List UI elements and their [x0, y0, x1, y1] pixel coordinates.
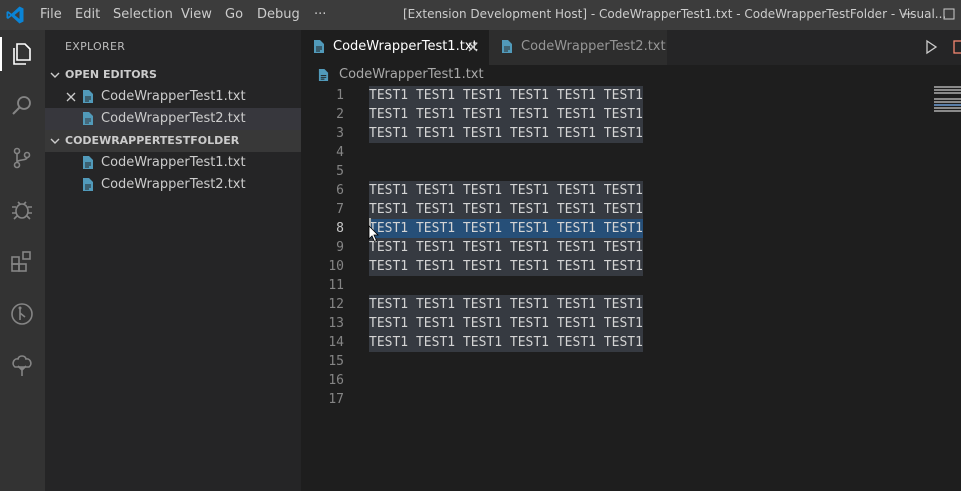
maximize-icon[interactable] — [942, 7, 956, 21]
open-editor-item[interactable]: CodeWrapperTest2.txt — [45, 108, 301, 130]
open-editor-item[interactable]: CodeWrapperTest1.txt — [45, 86, 301, 108]
file-icon — [83, 90, 93, 103]
menu-more[interactable]: ··· — [314, 7, 326, 22]
open-editors-header[interactable]: OPEN EDITORS — [45, 64, 301, 86]
folder-file-item[interactable]: CodeWrapperTest2.txt — [45, 174, 301, 196]
run-icon[interactable] — [923, 39, 939, 55]
line-number: 8 — [336, 221, 344, 236]
menu-go[interactable]: Go — [225, 7, 243, 22]
breadcrumb-file[interactable]: CodeWrapperTest1.txt — [339, 67, 484, 82]
file-name: CodeWrapperTest1.txt — [101, 89, 246, 104]
mouse-pointer-icon — [368, 225, 379, 243]
menu-edit[interactable]: Edit — [75, 7, 100, 22]
open-editors-label: OPEN EDITORS — [65, 68, 157, 81]
file-icon — [83, 112, 93, 125]
line-number: 15 — [328, 354, 344, 369]
line-number: 14 — [328, 335, 344, 350]
code-line[interactable]: TEST1 TEST1 TEST1 TEST1 TEST1 TEST1 — [369, 86, 643, 105]
menu-file[interactable]: File — [40, 7, 62, 22]
title-bar: File Edit Selection View Go Debug ··· [E… — [0, 0, 961, 30]
line-number: 2 — [336, 107, 344, 122]
code-line[interactable]: TEST1 TEST1 TEST1 TEST1 TEST1 TEST1 — [369, 124, 643, 143]
active-view-indicator — [0, 37, 2, 71]
file-icon — [314, 40, 324, 53]
split-editor-icon[interactable] — [953, 39, 961, 55]
debug-icon[interactable] — [8, 196, 36, 224]
close-icon[interactable] — [467, 41, 479, 53]
activity-bar — [0, 30, 45, 491]
tab-label: CodeWrapperTest1.txt — [333, 39, 478, 54]
chevron-down-icon — [50, 138, 60, 144]
tree-icon[interactable] — [8, 352, 36, 380]
line-number: 12 — [328, 297, 344, 312]
tab-codewrappertest1[interactable]: CodeWrapperTest1.txt — [301, 30, 489, 65]
line-number: 17 — [328, 392, 344, 407]
minimap[interactable] — [934, 86, 961, 116]
tab-codewrappertest2[interactable]: CodeWrapperTest2.txt — [489, 30, 667, 65]
folder-file-item[interactable]: CodeWrapperTest1.txt — [45, 152, 301, 174]
source-control-icon[interactable] — [8, 144, 36, 172]
explorer-title: EXPLORER — [65, 40, 126, 53]
explorer-sidebar: EXPLORER OPEN EDITORS CodeWrapperTest1.t… — [45, 30, 301, 491]
vscode-logo-icon — [6, 6, 24, 24]
code-line[interactable]: TEST1 TEST1 TEST1 TEST1 TEST1 TEST1 — [369, 314, 643, 333]
file-name: CodeWrapperTest2.txt — [101, 111, 246, 126]
remote-icon[interactable] — [8, 300, 36, 328]
chevron-down-icon — [50, 72, 60, 78]
file-icon — [318, 69, 329, 81]
code-line[interactable]: TEST1 TEST1 TEST1 TEST1 TEST1 TEST1 — [369, 295, 643, 314]
menu-selection[interactable]: Selection — [113, 7, 173, 22]
line-number: 11 — [328, 278, 344, 293]
code-line[interactable]: TEST1 TEST1 TEST1 TEST1 TEST1 TEST1 — [369, 181, 643, 200]
line-number: 5 — [336, 164, 344, 179]
line-number: 6 — [336, 183, 344, 198]
editor-tab-bar: CodeWrapperTest1.txt CodeWrapperTest2.tx… — [301, 30, 961, 65]
menu-debug[interactable]: Debug — [257, 7, 300, 22]
line-number: 13 — [328, 316, 344, 331]
search-icon[interactable] — [8, 92, 36, 120]
file-icon — [83, 178, 93, 191]
window-title: [Extension Development Host] - CodeWrapp… — [403, 7, 947, 21]
code-line[interactable]: TEST1 TEST1 TEST1 TEST1 TEST1 TEST1 — [369, 238, 643, 257]
line-number: 1 — [336, 88, 344, 103]
menu-view[interactable]: View — [181, 7, 212, 22]
line-number: 3 — [336, 126, 344, 141]
code-line[interactable]: TEST1 TEST1 TEST1 TEST1 TEST1 TEST1 — [369, 333, 643, 352]
close-icon[interactable] — [65, 91, 77, 103]
line-number: 10 — [328, 259, 344, 274]
explorer-icon[interactable] — [8, 40, 36, 68]
line-number: 4 — [336, 145, 344, 160]
code-line[interactable]: TEST1 TEST1 TEST1 TEST1 TEST1 TEST1 — [369, 200, 643, 219]
file-icon — [502, 40, 512, 53]
folder-header[interactable]: CODEWRAPPERTESTFOLDER — [45, 130, 301, 152]
code-line-selected[interactable]: TEST1 TEST1 TEST1 TEST1 TEST1 TEST1 — [369, 219, 643, 238]
minimize-icon[interactable] — [901, 7, 915, 21]
line-number: 16 — [328, 373, 344, 388]
line-number: 9 — [336, 240, 344, 255]
file-icon — [83, 156, 93, 169]
file-name: CodeWrapperTest1.txt — [101, 155, 246, 170]
tab-label: CodeWrapperTest2.txt — [521, 39, 666, 54]
file-name: CodeWrapperTest2.txt — [101, 177, 246, 192]
code-line[interactable]: TEST1 TEST1 TEST1 TEST1 TEST1 TEST1 — [369, 105, 643, 124]
code-line[interactable]: TEST1 TEST1 TEST1 TEST1 TEST1 TEST1 — [369, 257, 643, 276]
extensions-icon[interactable] — [8, 248, 36, 276]
line-number: 7 — [336, 202, 344, 217]
folder-label: CODEWRAPPERTESTFOLDER — [65, 134, 240, 147]
